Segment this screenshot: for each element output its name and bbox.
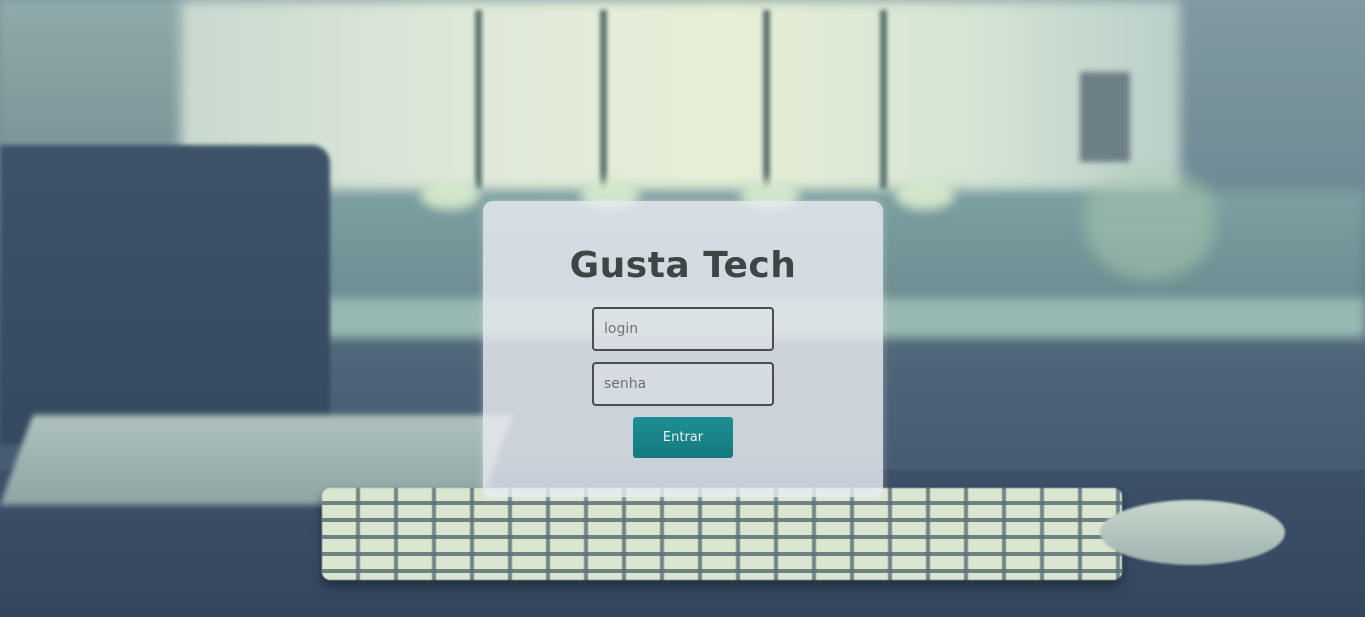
background-pole xyxy=(880,10,887,190)
page-background: Gusta Tech Entrar xyxy=(0,0,1365,617)
background-window xyxy=(180,0,1180,200)
submit-button[interactable]: Entrar xyxy=(633,417,733,458)
background-cup xyxy=(1085,170,1215,280)
background-laptop xyxy=(0,145,330,445)
login-input[interactable] xyxy=(592,307,774,351)
background-keyboard-rows xyxy=(322,488,1122,580)
background-pole xyxy=(600,10,607,190)
login-card: Gusta Tech Entrar xyxy=(483,201,883,497)
password-input[interactable] xyxy=(592,362,774,406)
background-object xyxy=(1080,72,1130,162)
background-pole xyxy=(475,10,482,190)
background-glass xyxy=(420,180,480,210)
background-mouse xyxy=(1100,500,1285,565)
background-pole xyxy=(763,10,770,190)
brand-title: Gusta Tech xyxy=(569,245,797,286)
background-window-left xyxy=(0,0,180,150)
background-glass xyxy=(895,180,955,210)
